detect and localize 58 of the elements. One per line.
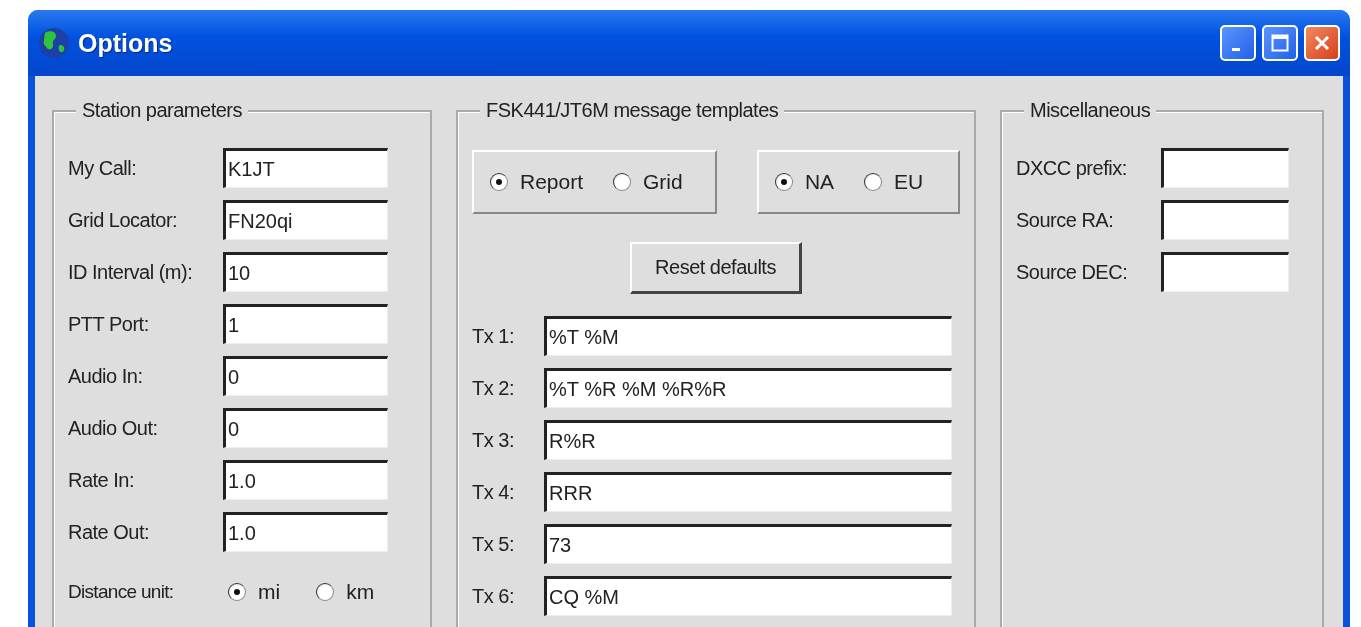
radio-label[interactable]: NA <box>804 170 835 194</box>
globe-icon <box>38 27 70 59</box>
radio-label[interactable]: Grid <box>643 170 683 194</box>
field-label: Source DEC: <box>1016 260 1129 284</box>
field-label: Rate In: <box>68 468 136 492</box>
input-field[interactable]: 1 <box>223 304 388 344</box>
maximize-button[interactable] <box>1262 25 1298 61</box>
radio-button[interactable] <box>864 173 883 191</box>
field-label: Distance unit: <box>68 581 175 603</box>
input-field[interactable] <box>1161 252 1289 292</box>
radio-button[interactable] <box>490 173 508 191</box>
field-label: Tx 5: <box>472 532 515 556</box>
close-button[interactable] <box>1304 25 1340 61</box>
group-title: Station parameters <box>76 99 248 122</box>
field-label: Audio In: <box>68 364 144 388</box>
radio-button[interactable] <box>228 583 246 601</box>
input-field[interactable]: R%R <box>544 420 952 460</box>
field-label: ID Interval (m): <box>68 260 194 284</box>
radio-button[interactable] <box>316 583 335 601</box>
group-title: FSK441/JT6M message templates <box>480 99 785 122</box>
input-field[interactable]: %T %M <box>544 316 952 356</box>
radio-label[interactable]: km <box>346 580 375 604</box>
close-icon <box>1313 34 1331 52</box>
minimize-icon <box>1232 47 1240 51</box>
field-label: DXCC prefix: <box>1016 156 1128 180</box>
input-field[interactable]: 73 <box>544 524 952 564</box>
field-label: Audio Out: <box>68 416 159 440</box>
input-field[interactable]: 1.0 <box>223 460 388 500</box>
input-field[interactable]: RRR <box>544 472 952 512</box>
input-field[interactable]: CQ %M <box>544 576 952 616</box>
field-label: Grid Locator: <box>68 208 179 232</box>
input-field[interactable] <box>1161 200 1289 240</box>
input-field[interactable]: 0 <box>223 356 388 396</box>
input-field[interactable]: K1JT <box>223 148 388 188</box>
radio-label[interactable]: mi <box>258 580 281 604</box>
field-label: Rate Out: <box>68 520 151 544</box>
field-label: Tx 1: <box>472 324 515 348</box>
input-field[interactable]: FN20qi <box>223 200 388 240</box>
input-field[interactable]: 10 <box>223 252 388 292</box>
reset-defaults-button[interactable]: Reset defaults <box>630 242 802 294</box>
radio-label[interactable]: Report <box>520 170 584 194</box>
field-label: Tx 2: <box>472 376 515 400</box>
input-field[interactable]: %T %R %M %R%R <box>544 368 952 408</box>
input-field[interactable] <box>1161 148 1289 188</box>
field-label: Tx 4: <box>472 480 515 504</box>
window-title: Options <box>78 28 174 58</box>
input-field[interactable]: 1.0 <box>223 512 388 552</box>
field-label: My Call: <box>68 156 138 180</box>
maximize-icon <box>1271 34 1289 52</box>
field-label: PTT Port: <box>68 312 150 336</box>
field-label: Source RA: <box>1016 208 1115 232</box>
radio-button[interactable] <box>774 173 793 191</box>
radio-label[interactable]: EU <box>894 170 924 194</box>
radio-button[interactable] <box>613 173 632 191</box>
minimize-button[interactable] <box>1220 25 1256 61</box>
field-label: Tx 6: <box>472 584 515 608</box>
input-field[interactable]: 0 <box>223 408 388 448</box>
field-label: Tx 3: <box>472 428 515 452</box>
